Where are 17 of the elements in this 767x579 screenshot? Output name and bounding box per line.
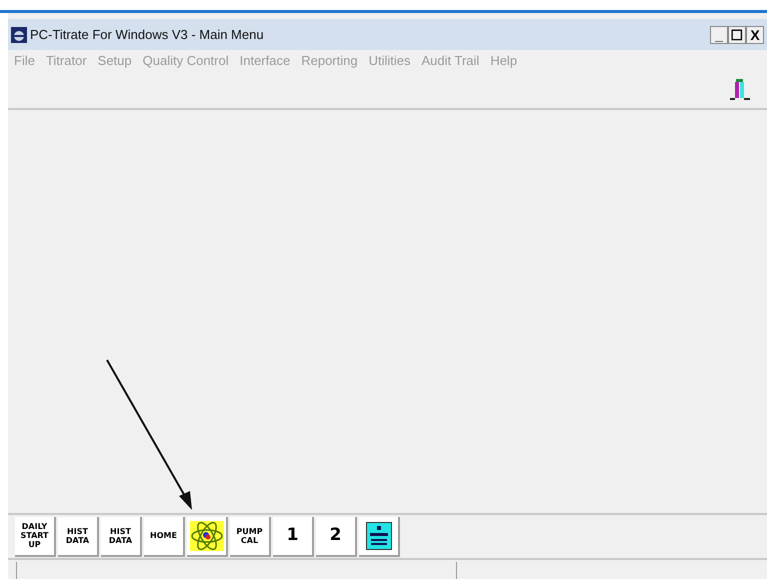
element-tile-icon (366, 522, 392, 550)
toolbar-button[interactable]: HOME (144, 516, 185, 556)
chart-peak-icon[interactable] (729, 78, 751, 102)
toolbar-button[interactable]: 1 (273, 516, 314, 556)
toolbar-button[interactable]: HIST DATA (101, 516, 142, 556)
toolbar-button[interactable]: 2 (316, 516, 357, 556)
atom-button[interactable] (187, 516, 228, 556)
toolbar-button[interactable]: PUMP CAL (230, 516, 271, 556)
window-control[interactable]: X (746, 26, 764, 44)
window-control[interactable]: _ (710, 26, 728, 44)
toolbar-button[interactable]: DAILY START UP (15, 516, 56, 556)
atom-icon (190, 520, 224, 550)
window-control[interactable]: ☐ (728, 26, 746, 44)
toolbar-button[interactable]: HIST DATA (58, 516, 99, 556)
app-icon (11, 26, 27, 42)
window-title: PC-Titrate For Windows V3 - Main Menu (30, 26, 264, 44)
element-button[interactable] (359, 516, 400, 556)
